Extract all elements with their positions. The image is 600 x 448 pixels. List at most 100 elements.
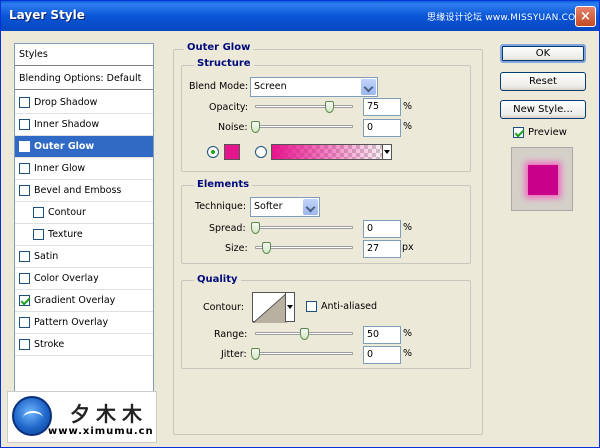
- style-item-checkbox[interactable]: [19, 273, 30, 284]
- technique-select[interactable]: Softer: [250, 197, 320, 217]
- jitter-slider-thumb[interactable]: [251, 348, 260, 360]
- style-item-bevel-and-emboss[interactable]: Bevel and Emboss: [15, 180, 153, 202]
- style-item-texture[interactable]: Texture: [15, 224, 153, 246]
- jitter-unit: %: [403, 348, 413, 359]
- opacity-label: Opacity:: [209, 102, 249, 113]
- style-item-label: Inner Glow: [34, 162, 86, 174]
- reset-button[interactable]: Reset: [500, 72, 586, 91]
- size-label: Size:: [225, 243, 248, 254]
- style-item-checkbox[interactable]: [33, 229, 44, 240]
- blend-mode-label: Blend Mode:: [189, 81, 249, 92]
- elements-title: Elements: [194, 179, 253, 190]
- opacity-slider[interactable]: [255, 101, 353, 113]
- window-title: Layer Style: [9, 8, 85, 22]
- style-item-color-overlay[interactable]: Color Overlay: [15, 268, 153, 290]
- size-slider-thumb[interactable]: [261, 242, 271, 254]
- style-item-checkbox[interactable]: [33, 207, 44, 218]
- spread-unit: %: [403, 222, 413, 233]
- style-item-checkbox[interactable]: [19, 251, 30, 262]
- contour-preview[interactable]: [252, 292, 287, 323]
- range-input[interactable]: 50: [363, 326, 401, 344]
- size-input[interactable]: 27: [363, 240, 401, 258]
- technique-value: Softer: [254, 201, 283, 212]
- preview-label: Preview: [528, 127, 567, 138]
- anti-aliased-checkbox[interactable]: [306, 301, 317, 312]
- style-item-label: Inner Shadow: [34, 118, 100, 130]
- opacity-slider-thumb[interactable]: [324, 101, 334, 113]
- range-label: Range:: [214, 329, 248, 340]
- spread-label: Spread:: [209, 223, 246, 234]
- style-item-label: Texture: [48, 228, 83, 240]
- style-item-checkbox[interactable]: [19, 317, 30, 328]
- preview-checkbox[interactable]: [513, 127, 524, 138]
- style-item-drop-shadow[interactable]: Drop Shadow: [15, 92, 153, 114]
- watermark-text: 思缘设计论坛 www.MISSYUAN.COM: [427, 13, 584, 23]
- ok-button[interactable]: OK: [500, 44, 586, 63]
- style-item-outer-glow[interactable]: Outer Glow: [15, 136, 153, 158]
- range-slider-thumb[interactable]: [300, 328, 309, 340]
- style-item-label: Pattern Overlay: [34, 316, 109, 328]
- opacity-input[interactable]: 75: [363, 98, 401, 116]
- style-item-label: Drop Shadow: [34, 96, 98, 108]
- style-item-stroke[interactable]: Stroke: [15, 334, 153, 356]
- style-item-checkbox[interactable]: [19, 163, 30, 174]
- gradient-radio[interactable]: [255, 146, 267, 158]
- style-item-checkbox[interactable]: [19, 339, 30, 350]
- style-item-contour[interactable]: Contour: [15, 202, 153, 224]
- jitter-slider-track: [255, 352, 353, 355]
- style-item-label: Contour: [48, 206, 86, 218]
- style-item-label: Outer Glow: [34, 140, 95, 152]
- style-item-checkbox[interactable]: [19, 119, 30, 130]
- style-item-inner-glow[interactable]: Inner Glow: [15, 158, 153, 180]
- new-style-button[interactable]: New Style...: [500, 100, 586, 119]
- gradient-dropdown-icon[interactable]: [382, 144, 392, 160]
- style-item-label: Satin: [34, 250, 59, 262]
- style-item-pattern-overlay[interactable]: Pattern Overlay: [15, 312, 153, 334]
- anti-aliased-label: Anti-aliased: [321, 301, 378, 312]
- solid-color-radio[interactable]: [207, 146, 219, 158]
- chevron-down-icon: [361, 79, 376, 95]
- styles-header[interactable]: Styles: [15, 44, 153, 66]
- noise-slider[interactable]: [251, 121, 353, 133]
- noise-slider-thumb[interactable]: [251, 121, 260, 133]
- blend-mode-select[interactable]: Screen: [250, 77, 378, 97]
- style-item-label: Bevel and Emboss: [34, 184, 122, 196]
- style-item-checkbox[interactable]: [19, 141, 30, 152]
- jitter-input[interactable]: 0: [363, 346, 401, 364]
- opacity-slider-track: [255, 105, 353, 108]
- range-unit: %: [403, 328, 413, 339]
- logo-chinese-text: 夕木木: [70, 402, 148, 426]
- spread-slider-thumb[interactable]: [251, 222, 260, 234]
- style-item-checkbox[interactable]: [19, 295, 30, 306]
- blend-mode-value: Screen: [254, 81, 287, 92]
- glow-color-swatch[interactable]: [224, 144, 240, 160]
- site-logo: 夕木木 www.ximumu.cn: [7, 391, 157, 443]
- logo-globe-icon: [12, 396, 52, 436]
- chevron-down-icon: [303, 199, 318, 215]
- style-item-inner-shadow[interactable]: Inner Shadow: [15, 114, 153, 136]
- spread-input[interactable]: 0: [363, 220, 401, 238]
- noise-input[interactable]: 0: [363, 119, 401, 137]
- spread-slider-track: [255, 226, 353, 229]
- spread-slider[interactable]: [251, 222, 353, 234]
- contour-label: Contour:: [203, 302, 244, 313]
- jitter-slider[interactable]: [251, 348, 353, 360]
- style-item-gradient-overlay[interactable]: Gradient Overlay: [15, 290, 153, 312]
- noise-unit: %: [403, 121, 413, 132]
- style-item-satin[interactable]: Satin: [15, 246, 153, 268]
- style-item-label: Gradient Overlay: [34, 294, 116, 306]
- contour-dropdown-icon[interactable]: [285, 292, 295, 322]
- size-unit: px: [402, 242, 414, 253]
- outer-glow-title: Outer Glow: [184, 42, 254, 53]
- style-item-checkbox[interactable]: [19, 97, 30, 108]
- title-bar: Layer Style 思缘设计论坛 www.MISSYUAN.COM ×: [1, 1, 599, 31]
- size-slider[interactable]: [255, 242, 353, 254]
- structure-title: Structure: [194, 58, 254, 69]
- close-button[interactable]: ×: [575, 6, 596, 27]
- range-slider[interactable]: [255, 328, 353, 340]
- logo-url-text: www.ximumu.cn: [48, 426, 154, 437]
- noise-slider-track: [255, 125, 353, 128]
- glow-gradient-swatch[interactable]: [271, 144, 391, 160]
- blending-options-item[interactable]: Blending Options: Default: [15, 68, 153, 90]
- style-item-checkbox[interactable]: [19, 185, 30, 196]
